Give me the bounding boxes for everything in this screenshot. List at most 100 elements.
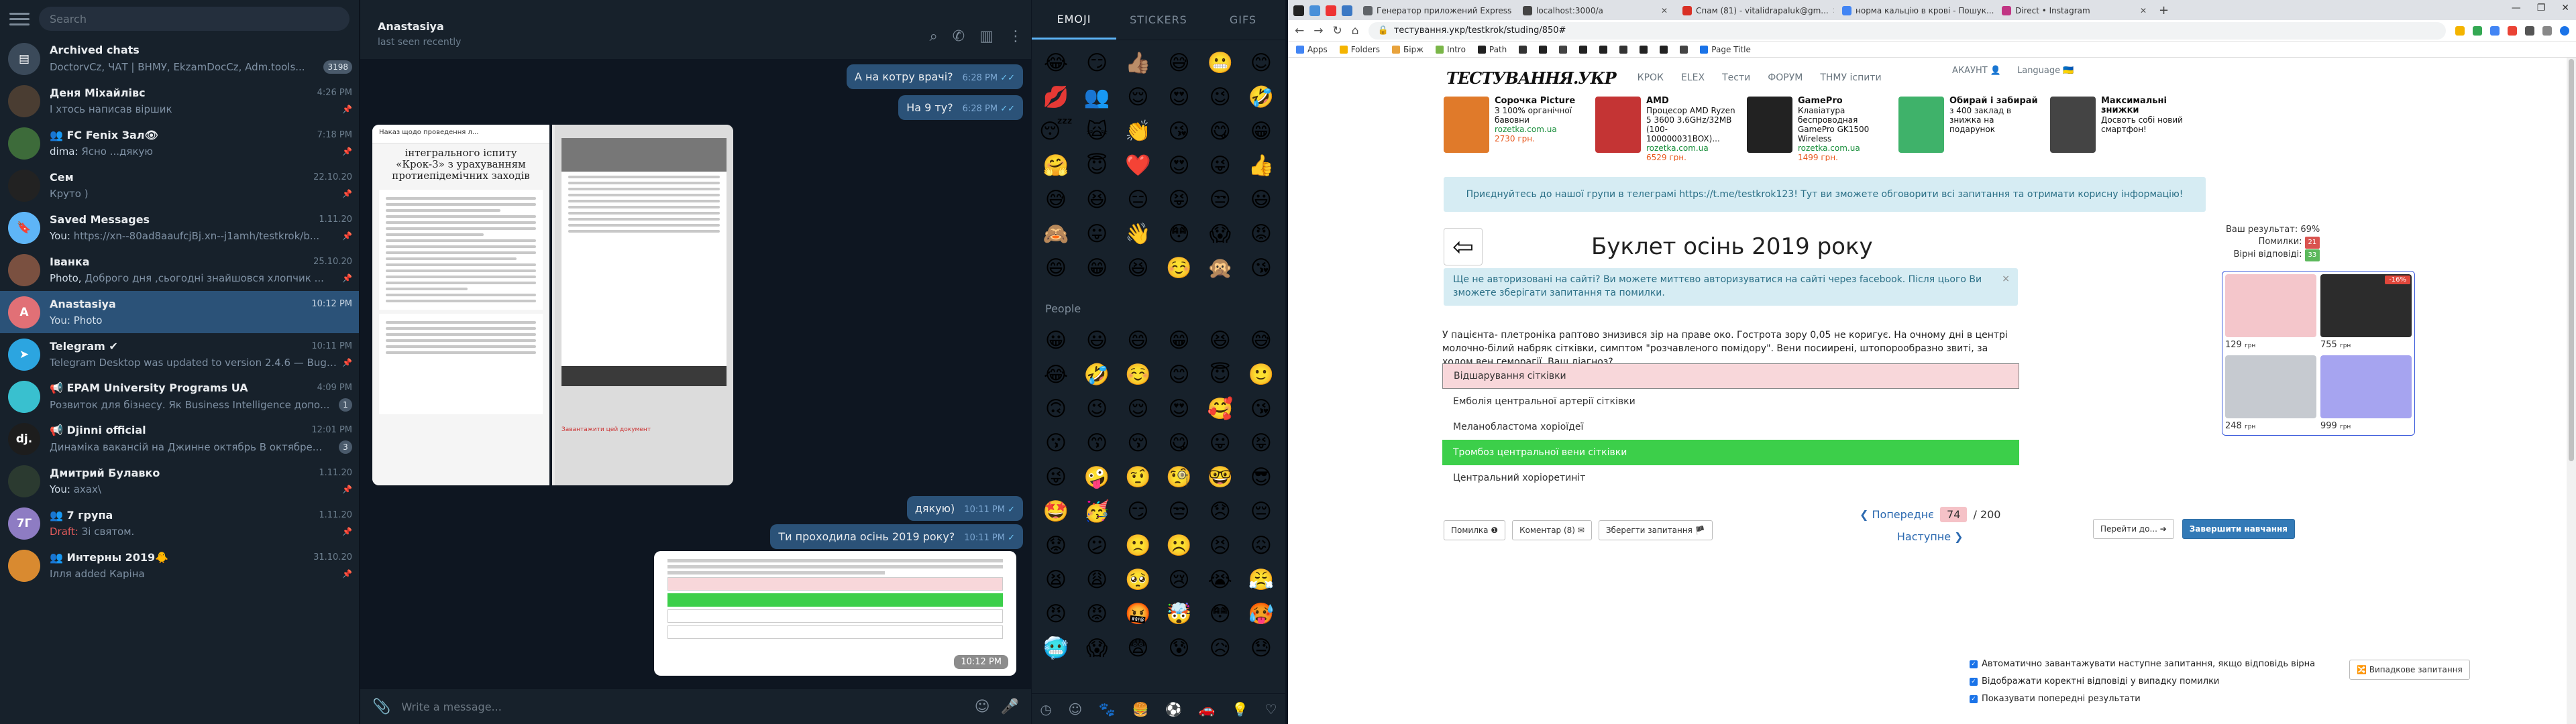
emoji-button[interactable]: 💋 [1038, 80, 1073, 114]
more-icon[interactable]: ⋮ [1008, 28, 1023, 45]
emoji-button[interactable]: 😘 [1162, 114, 1197, 148]
language-link[interactable]: Language 🇺🇦 [2017, 66, 2074, 76]
browser-tab[interactable]: Спам (81) - vitalidrapaluk@gm... ✕ [1676, 1, 1834, 20]
emoji-button[interactable]: 😝 [1162, 182, 1197, 217]
emoji-button[interactable]: 😱 [1079, 631, 1114, 665]
pinned-tab-icon[interactable] [1342, 5, 1352, 16]
answer-option[interactable]: Меланобластома хоріоїдеї [1442, 414, 2019, 440]
bookmark-item[interactable] [1619, 45, 1628, 54]
symbol-icon[interactable]: ♡ [1265, 701, 1277, 717]
emoji-button[interactable]: 🥵 [1244, 597, 1279, 631]
save-question-button[interactable]: Зберегти запитання 🏴 [1598, 520, 1713, 540]
emoji-button[interactable]: 😕 [1079, 528, 1114, 562]
chat-list-item[interactable]: 👥 Интерны 2019🐥 31.10.20 Ілля added Каріна… [0, 544, 359, 587]
settings-checkbox-row[interactable]: ✓ Відображати коректні відповіді у випадк… [1970, 673, 2315, 690]
emoji-button[interactable]: 😍 [1162, 148, 1197, 182]
search-input[interactable]: Search [39, 7, 350, 31]
close-icon[interactable]: ✕ [2561, 3, 2569, 13]
emoji-button[interactable]: 😃 [1079, 323, 1114, 357]
emoji-button[interactable]: 🤓 [1203, 460, 1238, 494]
emoji-button[interactable]: 🤪 [1079, 460, 1114, 494]
emoji-button[interactable]: 😳 [1162, 217, 1197, 251]
pinned-tab-icon[interactable] [1293, 5, 1304, 16]
chat-list-item[interactable]: Іванка 25.10.20 Photo, Доброго дня ,сьогод… [0, 249, 359, 291]
emoji-button[interactable]: ☺️ [1162, 251, 1197, 285]
ad-item[interactable]: AMD Процесор AMD Ryzen 5 3600 3.6GHz/32MB… [1595, 97, 1739, 161]
chat-list-item[interactable]: Сем 22.10.20 Круто ) 📌 [0, 164, 359, 206]
emoji-button[interactable]: 😥 [1203, 631, 1238, 665]
emoji-button[interactable]: 😁 [1079, 251, 1114, 285]
bookmark-item[interactable] [1539, 45, 1548, 54]
emoji-button[interactable]: 👍 [1244, 148, 1279, 182]
chat-header[interactable]: Anastasiya last seen recently ⌕ ✆ ▥ ⋮ [360, 0, 1031, 59]
attach-icon[interactable]: 📎 [372, 699, 390, 715]
profile-icon[interactable] [2560, 25, 2569, 36]
back-arrow-button[interactable]: ⇦ [1444, 228, 1483, 265]
emoji-button[interactable]: 🙃 [1038, 391, 1073, 426]
photo-message[interactable]: 10:12 PM [654, 551, 1016, 676]
emoji-button[interactable]: 😛 [1079, 217, 1114, 251]
bookmark-item[interactable]: Apps [1296, 45, 1328, 54]
animal-icon[interactable]: 🐾 [1099, 701, 1116, 717]
random-question-button[interactable]: 🔀 Випадкове запитання [2349, 660, 2470, 680]
emoji-button[interactable]: 😘 [1244, 391, 1279, 426]
new-tab-icon[interactable]: + [2159, 3, 2169, 17]
emoji-button[interactable]: 😂 [1038, 357, 1073, 391]
close-tab-icon[interactable]: ✕ [1661, 6, 1668, 15]
emoji-button[interactable]: 😤 [1244, 562, 1279, 597]
emoji-button[interactable]: 😛 [1203, 426, 1238, 460]
settings-checkbox-row[interactable]: ✓ Автоматично завантажувати наступне запи… [1970, 656, 2315, 673]
emoji-button[interactable]: 😡 [1244, 217, 1279, 251]
emoji-button[interactable]: 😏 [1120, 494, 1155, 528]
menu-icon[interactable] [9, 12, 30, 25]
forward-icon[interactable]: → [1313, 24, 1323, 38]
extension-icon[interactable] [2525, 25, 2534, 36]
goto-button[interactable]: Перейти до... ➔ [2093, 519, 2174, 539]
bookmark-item[interactable] [1660, 45, 1668, 54]
bookmark-item[interactable]: Path [1477, 45, 1507, 54]
emoji-button[interactable]: 🥰 [1203, 391, 1238, 426]
emoji-button[interactable]: 😉 [1203, 80, 1238, 114]
emoji-button[interactable]: 😄 [1038, 251, 1073, 285]
site-logo[interactable]: ТЕСТУВАННЯ.УКР [1446, 68, 1617, 88]
emoji-button[interactable]: 😰 [1162, 631, 1197, 665]
emoji-button[interactable]: 🥺 [1120, 562, 1155, 597]
emoji-button[interactable]: 😩 [1079, 562, 1114, 597]
photo-document-2[interactable]: Завантажити цей документ [555, 125, 733, 485]
emoji-button[interactable]: 🙂 [1244, 357, 1279, 391]
report-error-button[interactable]: Помилка ❶ [1444, 520, 1506, 540]
emoji-button[interactable]: 😗 [1038, 426, 1073, 460]
checkbox-checked-icon[interactable]: ✓ [1970, 678, 1978, 686]
emoji-button[interactable]: ☺️ [1120, 357, 1155, 391]
emoji-icon[interactable]: ☺ [975, 699, 990, 715]
close-icon[interactable]: × [2002, 272, 2010, 286]
emoji-button[interactable]: 😓 [1244, 631, 1279, 665]
emoji-button[interactable]: 🙈 [1038, 217, 1073, 251]
emoji-button[interactable]: 😫 [1038, 562, 1073, 597]
extension-icon[interactable] [2473, 25, 2482, 36]
bookmark-item[interactable]: Бірж [1392, 45, 1424, 54]
emoji-button[interactable]: 🙊 [1203, 251, 1238, 285]
emoji-button[interactable]: 😖 [1244, 528, 1279, 562]
emoji-button[interactable]: 😝 [1244, 426, 1279, 460]
chat-list-item[interactable]: Деня Міхайлівс 4:26 PM І хтось написав вір… [0, 80, 359, 122]
emoji-button[interactable]: 😍 [1162, 80, 1197, 114]
food-icon[interactable]: 🍔 [1132, 701, 1148, 717]
emoji-button[interactable]: 🤩 [1038, 494, 1073, 528]
emoji-button[interactable]: 😒 [1203, 182, 1238, 217]
emoji-button[interactable]: 👥 [1079, 80, 1114, 114]
emoji-button[interactable]: 🤗 [1038, 148, 1073, 182]
emoji-button[interactable]: ❤️ [1120, 148, 1155, 182]
emoji-button[interactable]: 🤨 [1120, 460, 1155, 494]
emoji-button[interactable]: 😉 [1079, 391, 1114, 426]
nav-link[interactable]: ELEX [1681, 72, 1705, 83]
emoji-button[interactable]: 😢 [1162, 562, 1197, 597]
ad-item[interactable]: Максимальні знижки Досвоть собі новий сма… [2050, 97, 2194, 161]
emoji-button[interactable]: 😡 [1079, 597, 1114, 631]
message-input[interactable]: Write a message... [401, 701, 963, 713]
checkbox-checked-icon[interactable]: ✓ [1970, 660, 1978, 668]
sport-icon[interactable]: ⚽ [1165, 701, 1182, 717]
emoji-button[interactable]: 😇 [1203, 357, 1238, 391]
browser-tab[interactable]: Генератор приложений Express✕ [1356, 1, 1515, 20]
tab-gifs[interactable]: GIFS [1201, 0, 1285, 40]
